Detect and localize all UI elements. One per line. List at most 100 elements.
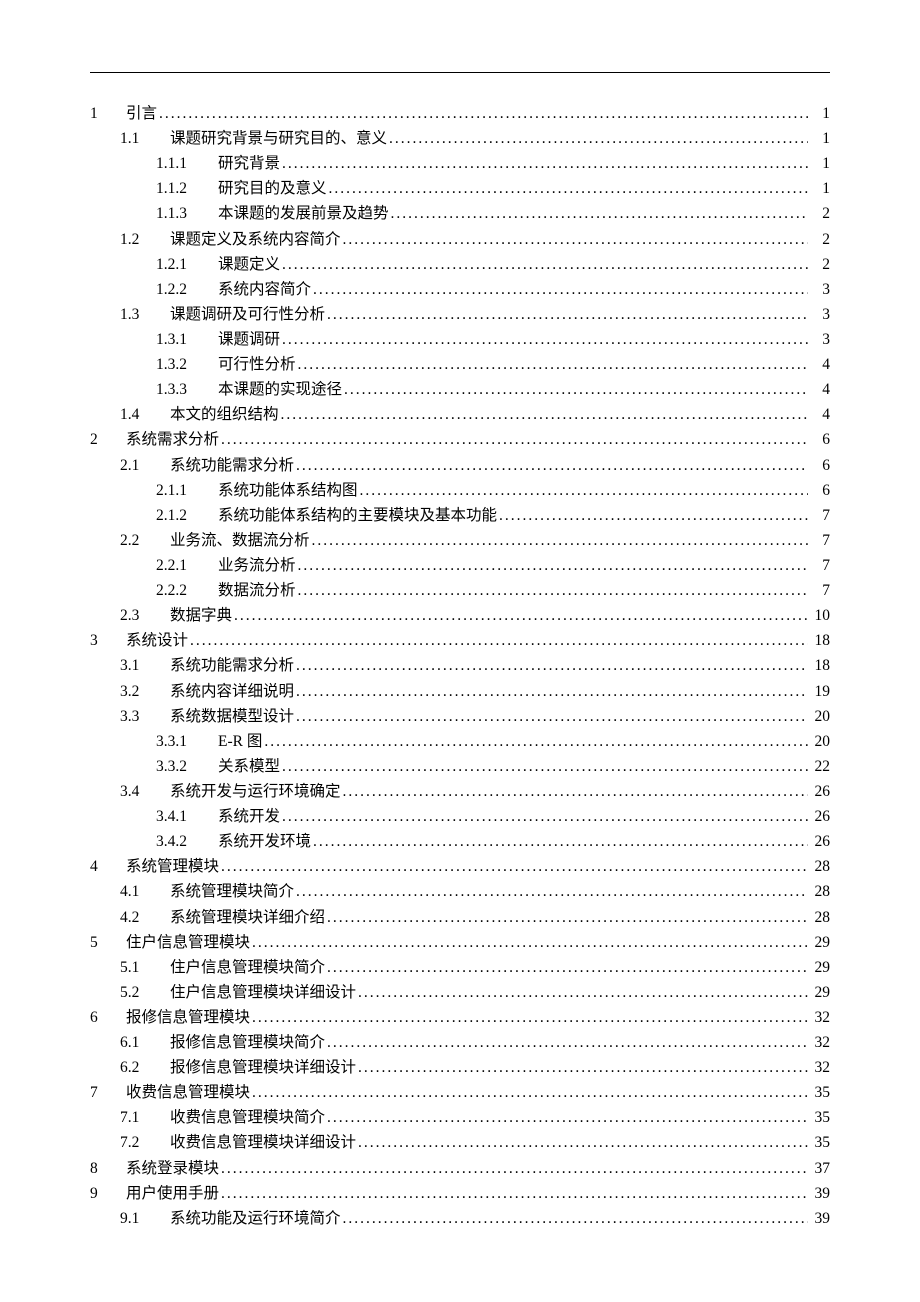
toc-page: 3 <box>808 277 830 302</box>
toc-entry[interactable]: 2.1.2系统功能体系结构的主要模块及基本功能7 <box>90 503 830 528</box>
toc-entry[interactable]: 1引言1 <box>90 101 830 126</box>
toc-leader-dots <box>312 528 808 553</box>
toc-entry[interactable]: 1.3.3本课题的实现途径4 <box>90 377 830 402</box>
toc-entry[interactable]: 2.1系统功能需求分析6 <box>90 453 830 478</box>
toc-title: 关系模型 <box>218 754 282 779</box>
toc-title: 系统功能体系结构图 <box>218 478 360 503</box>
toc-page: 3 <box>808 327 830 352</box>
toc-entry[interactable]: 3.3.2关系模型 22 <box>90 754 830 779</box>
toc-number: 2.2 <box>120 528 170 553</box>
toc-page: 2 <box>808 252 830 277</box>
toc-entry[interactable]: 9用户使用手册 39 <box>90 1181 830 1206</box>
toc-leader-dots <box>296 653 808 678</box>
toc-entry[interactable]: 3.4.2系统开发环境26 <box>90 829 830 854</box>
toc-entry[interactable]: 1.4本文的组织结构4 <box>90 402 830 427</box>
toc-entry[interactable]: 3.4.1系统开发26 <box>90 804 830 829</box>
toc-leader-dots <box>282 151 808 176</box>
toc-title: 系统功能需求分析 <box>170 453 296 478</box>
toc-number: 6.1 <box>120 1030 170 1055</box>
toc-entry[interactable]: 2.1.1系统功能体系结构图6 <box>90 478 830 503</box>
toc-entry[interactable]: 1.1.2研究目的及意义1 <box>90 176 830 201</box>
toc-number: 3.3.2 <box>156 754 218 779</box>
toc-entry[interactable]: 5.2住户信息管理模块详细设计29 <box>90 980 830 1005</box>
toc-entry[interactable]: 3.1系统功能需求分析18 <box>90 653 830 678</box>
toc-entry[interactable]: 6.1报修信息管理模块简介32 <box>90 1030 830 1055</box>
toc-entry[interactable]: 6.2报修信息管理模块详细设计32 <box>90 1055 830 1080</box>
toc-number: 4 <box>90 854 126 879</box>
toc-number: 1.2 <box>120 227 170 252</box>
toc-entry[interactable]: 3.2系统内容详细说明19 <box>90 679 830 704</box>
toc-entry[interactable]: 9.1系统功能及运行环境简介39 <box>90 1206 830 1231</box>
toc-entry[interactable]: 1.2.1课题定义2 <box>90 252 830 277</box>
toc-title: 用户使用手册 <box>126 1181 221 1206</box>
toc-number: 1.3 <box>120 302 170 327</box>
toc-title: 业务流、数据流分析 <box>170 528 312 553</box>
toc-number: 2.2.2 <box>156 578 218 603</box>
toc-entry[interactable]: 2.2.2数据流分析7 <box>90 578 830 603</box>
toc-entry[interactable]: 2.3数据字典10 <box>90 603 830 628</box>
toc-leader-dots <box>252 1005 808 1030</box>
toc-number: 2 <box>90 427 126 452</box>
toc-entry[interactable]: 2.2.1业务流分析7 <box>90 553 830 578</box>
toc-title: 系统管理模块详细介绍 <box>170 905 327 930</box>
toc-page: 6 <box>808 427 830 452</box>
toc-page: 1 <box>808 126 830 151</box>
toc-entry[interactable]: 1.3课题调研及可行性分析3 <box>90 302 830 327</box>
toc-page: 19 <box>808 679 830 704</box>
toc-leader-dots <box>159 101 808 126</box>
toc-entry[interactable]: 2系统需求分析 6 <box>90 427 830 452</box>
toc-page: 35 <box>808 1130 830 1155</box>
toc-title: 收费信息管理模块 <box>126 1080 252 1105</box>
toc-entry[interactable]: 6报修信息管理模块32 <box>90 1005 830 1030</box>
toc-leader-dots <box>313 829 808 854</box>
toc-entry[interactable]: 1.1课题研究背景与研究目的、意义1 <box>90 126 830 151</box>
toc-number: 2.1.2 <box>156 503 218 528</box>
toc-title: 住户信息管理模块简介 <box>170 955 327 980</box>
toc-leader-dots <box>282 327 808 352</box>
toc-page: 20 <box>808 704 830 729</box>
toc-entry[interactable]: 1.3.1课题调研3 <box>90 327 830 352</box>
toc-entry[interactable]: 1.3.2可行性分析4 <box>90 352 830 377</box>
toc-entry[interactable]: 1.1.3本课题的发展前景及趋势2 <box>90 201 830 226</box>
toc-number: 9 <box>90 1181 126 1206</box>
toc-entry[interactable]: 4.1系统管理模块简介28 <box>90 879 830 904</box>
toc-entry[interactable]: 4.2系统管理模块详细介绍28 <box>90 905 830 930</box>
toc-entry[interactable]: 1.2.2系统内容简介3 <box>90 277 830 302</box>
toc-number: 3.4 <box>120 779 170 804</box>
toc-title: 收费信息管理模块详细设计 <box>170 1130 358 1155</box>
toc-entry[interactable]: 3系统设计18 <box>90 628 830 653</box>
toc-number: 1.1 <box>120 126 170 151</box>
toc-entry[interactable]: 3.3系统数据模型设计20 <box>90 704 830 729</box>
toc-entry[interactable]: 5住户信息管理模块29 <box>90 930 830 955</box>
toc-leader-dots <box>499 503 808 528</box>
toc-entry[interactable]: 1.1.1研究背景1 <box>90 151 830 176</box>
toc-leader-dots <box>358 1055 808 1080</box>
toc-entry[interactable]: 4系统管理模块28 <box>90 854 830 879</box>
toc-title: 系统功能需求分析 <box>170 653 296 678</box>
toc-title: 系统需求分析 <box>126 427 221 452</box>
toc-entry[interactable]: 7.1收费信息管理模块简介35 <box>90 1105 830 1130</box>
toc-page: 37 <box>808 1156 830 1181</box>
toc-page: 22 <box>808 754 830 779</box>
toc-leader-dots <box>327 1030 808 1055</box>
toc-entry[interactable]: 8系统登录模块37 <box>90 1156 830 1181</box>
toc-entry[interactable]: 1.2课题定义及系统内容简介2 <box>90 227 830 252</box>
toc-number: 7 <box>90 1080 126 1105</box>
toc-page: 29 <box>808 955 830 980</box>
toc-entry[interactable]: 7.2收费信息管理模块详细设计35 <box>90 1130 830 1155</box>
toc-entry[interactable]: 3.3.1E-R 图20 <box>90 729 830 754</box>
toc-leader-dots <box>329 176 808 201</box>
toc-entry[interactable]: 5.1住户信息管理模块简介29 <box>90 955 830 980</box>
toc-page: 39 <box>808 1181 830 1206</box>
toc-page: 4 <box>808 352 830 377</box>
toc-title: 报修信息管理模块详细设计 <box>170 1055 358 1080</box>
toc-entry[interactable]: 2.2业务流、数据流分析7 <box>90 528 830 553</box>
toc-entry[interactable]: 7收费信息管理模块35 <box>90 1080 830 1105</box>
toc-page: 28 <box>808 879 830 904</box>
toc-leader-dots <box>327 1105 808 1130</box>
toc-title: 研究目的及意义 <box>218 176 329 201</box>
toc-entry[interactable]: 3.4系统开发与运行环境确定26 <box>90 779 830 804</box>
toc-title: 系统开发与运行环境确定 <box>170 779 343 804</box>
toc-title: 系统开发环境 <box>218 829 313 854</box>
toc-leader-dots <box>389 126 808 151</box>
